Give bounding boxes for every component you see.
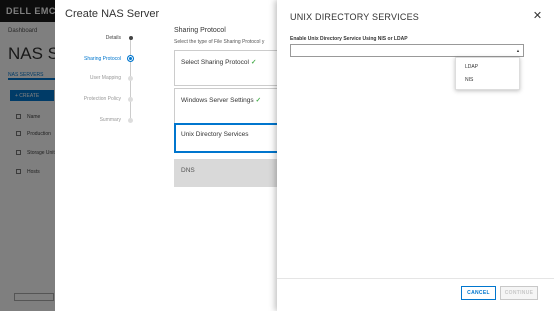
step-protection-policy[interactable]: Protection Policy <box>55 96 121 102</box>
section-description: Select the type of File Sharing Protocol… <box>174 39 265 45</box>
step-done-dot <box>129 36 133 40</box>
check-icon: ✓ <box>255 97 262 104</box>
card-label: Select Sharing Protocol <box>181 59 249 66</box>
close-icon[interactable]: ✕ <box>532 11 543 22</box>
step-user-mapping[interactable]: User Mapping <box>55 75 121 81</box>
directory-service-label: Enable Unix Directory Service Using NIS … <box>290 36 408 42</box>
step-sharing-protocol[interactable]: Sharing Protocol <box>55 56 121 62</box>
card-label: DNS <box>181 167 195 174</box>
step-details[interactable]: Details <box>55 35 121 41</box>
card-label: Windows Server Settings <box>181 97 254 104</box>
cancel-button[interactable]: CANCEL <box>461 286 496 300</box>
continue-button[interactable]: CONTINUE <box>500 286 538 300</box>
unix-directory-services-panel: UNIX DIRECTORY SERVICES ✕ Enable Unix Di… <box>277 0 554 311</box>
check-icon: ✓ <box>250 59 257 66</box>
step-summary[interactable]: Summary <box>55 117 121 123</box>
step-pending-dot <box>128 97 133 102</box>
step-pending-dot <box>128 76 133 81</box>
footer-divider <box>277 278 554 279</box>
step-pending-dot <box>128 118 133 123</box>
option-ldap[interactable]: LDAP <box>465 64 478 70</box>
panel-title: UNIX DIRECTORY SERVICES <box>290 12 419 22</box>
directory-service-select[interactable]: ▲ <box>290 44 524 57</box>
card-select-sharing-protocol[interactable]: Select Sharing Protocol ✓ <box>174 50 284 86</box>
card-windows-server-settings[interactable]: Windows Server Settings ✓ <box>174 88 284 124</box>
section-title: Sharing Protocol <box>174 27 226 34</box>
wizard-title: Create NAS Server <box>65 8 160 20</box>
caret-up-icon: ▲ <box>516 48 520 53</box>
card-unix-directory-services[interactable]: Unix Directory Services <box>174 123 284 153</box>
option-nis[interactable]: NIS <box>465 77 473 83</box>
card-label: Unix Directory Services <box>181 131 249 138</box>
step-active-dot <box>127 55 134 62</box>
card-dns[interactable]: DNS <box>174 159 284 187</box>
directory-service-dropdown: LDAP NIS <box>455 57 520 90</box>
